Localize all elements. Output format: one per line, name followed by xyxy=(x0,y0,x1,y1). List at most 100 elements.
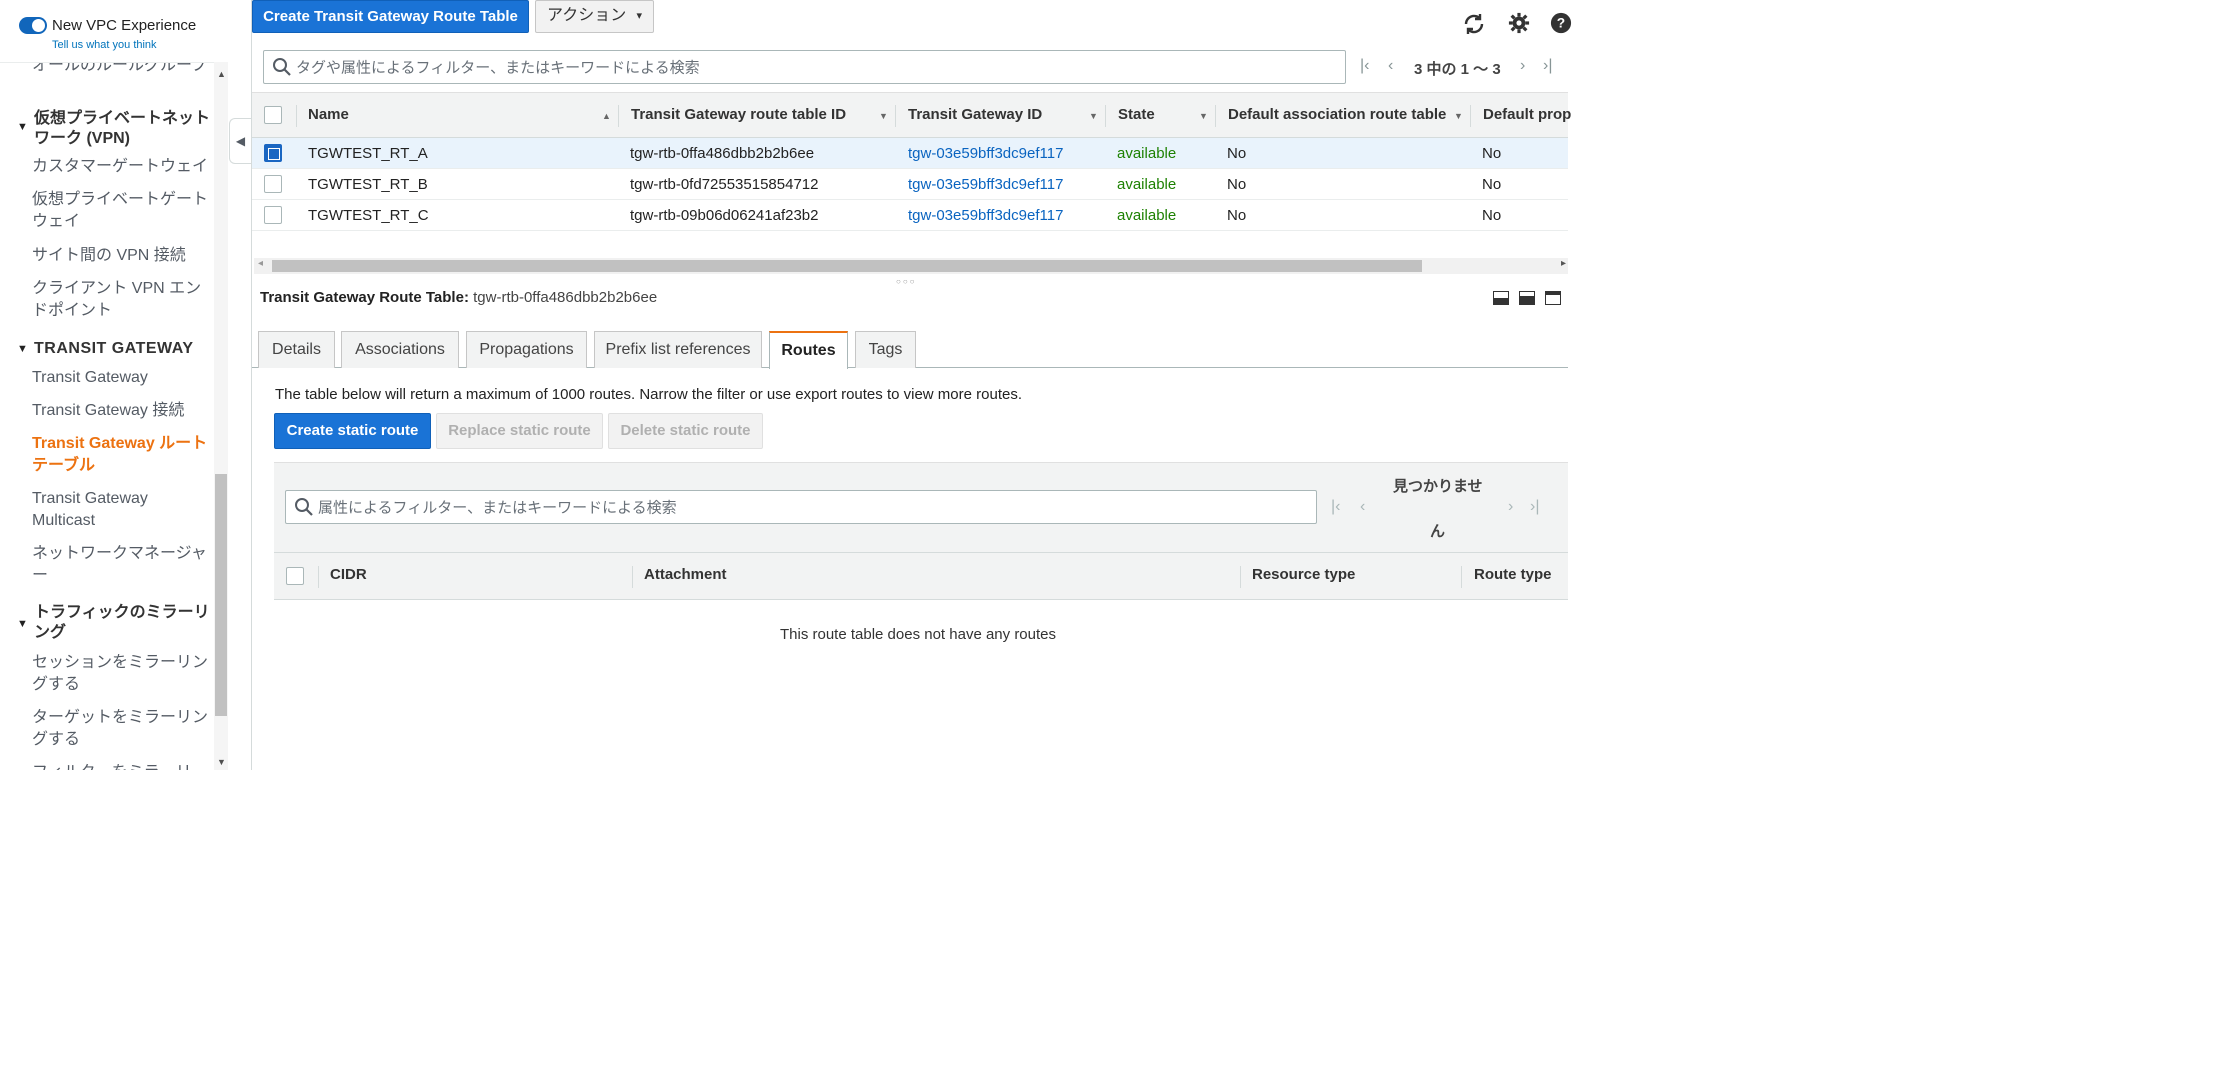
prev-page-icon[interactable]: ‹ xyxy=(1388,57,1393,75)
help-icon[interactable]: ? xyxy=(1550,12,1572,40)
sidebar-section-transit-gateway[interactable]: TRANSIT GATEWAY xyxy=(34,339,212,359)
create-static-route-button[interactable]: Create static route xyxy=(274,413,431,449)
table-row[interactable]: TGWTEST_RT_B tgw-rtb-0fd72553515854712 t… xyxy=(252,169,1568,200)
row-default-association: No xyxy=(1227,145,1247,162)
sidebar-item-firewall-rule-groups[interactable]: オールのルールグループ xyxy=(32,63,214,77)
new-vpc-experience-toggle[interactable] xyxy=(19,17,47,34)
first-page-icon[interactable]: |‹ xyxy=(1360,57,1369,75)
sidebar-section-traffic-mirroring[interactable]: トラフィックのミラーリング xyxy=(34,603,212,643)
col-default-association[interactable]: Default association route table xyxy=(1228,93,1446,139)
col-tgw-id[interactable]: Transit Gateway ID xyxy=(908,93,1042,139)
last-page-icon[interactable]: ›| xyxy=(1530,498,1539,516)
sort-icon[interactable]: ▼ xyxy=(1454,93,1463,139)
layout-bottom-icon[interactable] xyxy=(1493,291,1509,305)
layout-half-icon[interactable] xyxy=(1519,291,1535,305)
svg-text:?: ? xyxy=(1557,16,1565,31)
scrollbar-thumb[interactable] xyxy=(272,260,1422,272)
sidebar-item-network-manager[interactable]: ネットワークマネージャー xyxy=(32,543,214,587)
select-all-checkbox[interactable] xyxy=(264,106,282,124)
sidebar-item-transit-gateway-attachments[interactable]: Transit Gateway 接続 xyxy=(32,400,214,422)
scroll-right-icon[interactable]: ▸ xyxy=(1561,258,1566,269)
create-route-table-button[interactable]: Create Transit Gateway Route Table xyxy=(252,0,529,33)
prev-page-icon[interactable]: ‹ xyxy=(1360,498,1365,516)
first-page-icon[interactable]: |‹ xyxy=(1331,498,1340,516)
refresh-icon[interactable] xyxy=(1462,12,1486,42)
sort-icon[interactable]: ▼ xyxy=(1199,93,1208,139)
sidebar-section-vpn[interactable]: 仮想プライベートネットワーク (VPN) xyxy=(34,109,212,149)
row-checkbox[interactable] xyxy=(264,206,282,224)
row-tgw-id-link[interactable]: tgw-03e59bff3dc9ef117 xyxy=(908,138,1063,169)
divider xyxy=(274,552,1568,553)
delete-static-route-button[interactable]: Delete static route xyxy=(608,413,763,449)
route-tables-header: Name ▲ Transit Gateway route table ID ▼ … xyxy=(252,92,1571,139)
sidebar-item-transit-gateway-multicast[interactable]: Transit Gateway Multicast xyxy=(32,488,214,532)
scroll-down-icon[interactable]: ▼ xyxy=(217,757,226,767)
row-default-propagation: No xyxy=(1482,176,1502,193)
next-page-icon[interactable]: › xyxy=(1520,57,1525,75)
row-state: available xyxy=(1117,145,1177,162)
sort-icon[interactable]: ▼ xyxy=(879,93,888,139)
sort-asc-icon[interactable]: ▲ xyxy=(602,93,611,139)
scroll-up-icon[interactable]: ▲ xyxy=(217,69,226,79)
row-checkbox[interactable] xyxy=(264,144,282,162)
triangle-down-icon[interactable]: ▼ xyxy=(17,618,28,630)
sidebar-item-transit-gateway-route-tables[interactable]: Transit Gateway ルートテーブル xyxy=(32,433,214,477)
tab-prefix-list-references[interactable]: Prefix list references xyxy=(594,331,762,368)
triangle-down-icon[interactable]: ▼ xyxy=(17,121,28,133)
col-default-propagation[interactable]: Default prop xyxy=(1483,93,1571,139)
route-table-search-input[interactable]: タグや属性によるフィルター、またはキーワードによる検索 xyxy=(263,50,1346,84)
tab-propagations[interactable]: Propagations xyxy=(466,331,587,368)
sidebar-item-client-vpn-endpoints[interactable]: クライアント VPN エンドポイント xyxy=(32,278,214,322)
row-tgw-id-link[interactable]: tgw-03e59bff3dc9ef117 xyxy=(908,169,1063,200)
row-checkbox[interactable] xyxy=(264,175,282,193)
tab-tags[interactable]: Tags xyxy=(855,331,916,368)
layout-top-icon[interactable] xyxy=(1545,291,1561,305)
column-separator xyxy=(318,566,319,588)
sidebar-item-site-to-site-vpn[interactable]: サイト間の VPN 接続 xyxy=(32,245,214,267)
triangle-down-icon[interactable]: ▼ xyxy=(17,343,28,355)
sidebar-item-mirror-sessions[interactable]: セッションをミラーリングする xyxy=(32,652,214,696)
replace-static-route-button[interactable]: Replace static route xyxy=(436,413,603,449)
col-name[interactable]: Name xyxy=(308,93,349,139)
routes-search-input[interactable]: 属性によるフィルター、またはキーワードによる検索 xyxy=(285,490,1317,524)
col-attachment[interactable]: Attachment xyxy=(644,553,727,599)
sidebar-item-mirror-targets[interactable]: ターゲットをミラーリングする xyxy=(32,707,214,751)
search-placeholder: タグや属性によるフィルター、またはキーワードによる検索 xyxy=(296,59,700,77)
table-row[interactable]: TGWTEST_RT_C tgw-rtb-09b06d06241af23b2 t… xyxy=(252,200,1568,231)
col-cidr[interactable]: CIDR xyxy=(330,553,367,599)
row-route-table-id: tgw-rtb-0fd72553515854712 xyxy=(630,176,819,193)
sidebar-scrollbar[interactable]: ▲ ▼ xyxy=(214,62,228,770)
column-separator xyxy=(1470,105,1471,127)
col-resource-type[interactable]: Resource type xyxy=(1252,553,1355,599)
resize-handle[interactable]: ○○○ xyxy=(896,277,917,286)
col-route-type[interactable]: Route type xyxy=(1474,553,1552,599)
sidebar-item-customer-gateways[interactable]: カスタマーゲートウェイ xyxy=(32,156,214,178)
tab-associations[interactable]: Associations xyxy=(341,331,459,368)
gear-icon[interactable] xyxy=(1508,12,1530,40)
scroll-left-icon[interactable]: ◂ xyxy=(258,258,263,269)
sort-icon[interactable]: ▼ xyxy=(1089,93,1098,139)
select-all-routes-checkbox[interactable] xyxy=(286,567,304,585)
table-row[interactable]: TGWTEST_RT_A tgw-rtb-0ffa486dbb2b2b6ee t… xyxy=(252,138,1568,169)
feedback-link[interactable]: Tell us what you think xyxy=(52,39,157,51)
column-separator xyxy=(1215,105,1216,127)
column-separator xyxy=(1461,566,1462,588)
row-name: TGWTEST_RT_B xyxy=(308,176,428,193)
sidebar-item-transit-gateways[interactable]: Transit Gateway xyxy=(32,367,214,389)
collapse-sidebar-button[interactable]: ◀ xyxy=(229,118,251,164)
col-state[interactable]: State xyxy=(1118,93,1155,139)
row-state: available xyxy=(1117,207,1177,224)
tab-routes[interactable]: Routes xyxy=(769,331,848,369)
sidebar: New VPC Experience Tell us what you thin… xyxy=(0,0,228,770)
next-page-icon[interactable]: › xyxy=(1508,498,1513,516)
tab-details[interactable]: Details xyxy=(258,331,335,368)
row-tgw-id-link[interactable]: tgw-03e59bff3dc9ef117 xyxy=(908,200,1063,231)
actions-button[interactable]: アクション ▾ xyxy=(535,0,654,33)
sidebar-item-virtual-private-gateways[interactable]: 仮想プライベートゲートウェイ xyxy=(32,189,214,233)
col-route-table-id[interactable]: Transit Gateway route table ID xyxy=(631,93,846,139)
scrollbar-thumb[interactable] xyxy=(215,474,227,716)
row-state: available xyxy=(1117,176,1177,193)
sidebar-item-mirror-filters[interactable]: フィルターをミラーリ xyxy=(32,762,214,770)
last-page-icon[interactable]: ›| xyxy=(1543,57,1552,75)
horizontal-scrollbar[interactable]: ◂ ▸ xyxy=(254,258,1568,274)
